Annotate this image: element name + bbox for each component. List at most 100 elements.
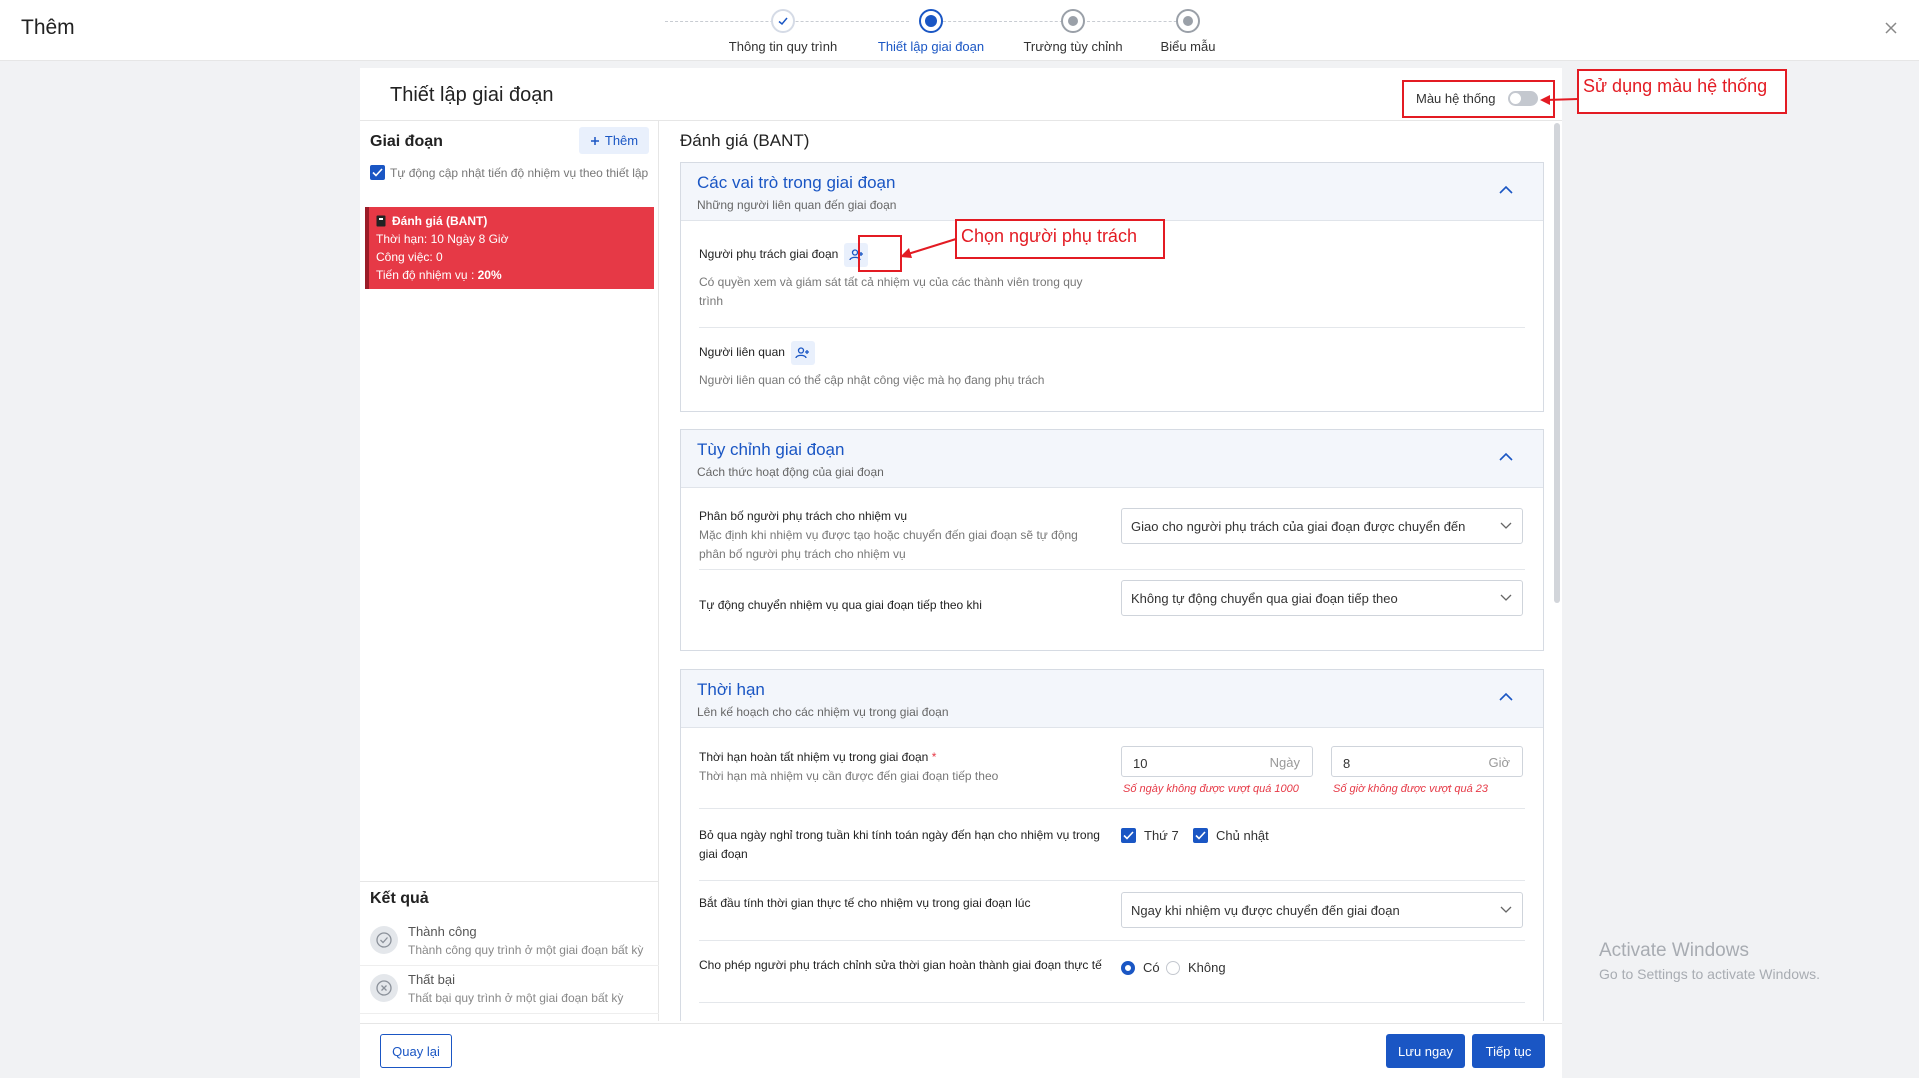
start-select[interactable]: Ngay khi nhiệm vụ được chuyển đến giai đ… — [1121, 892, 1523, 928]
annotation-arrow — [1540, 95, 1579, 105]
chevron-down-icon — [1500, 522, 1512, 529]
next-button[interactable]: Tiếp tục — [1472, 1034, 1545, 1068]
custom-title: Tùy chỉnh giai đoạn — [697, 440, 845, 459]
stage-sidebar: Giai đoạn Thêm Tự động cập nhật tiến độ … — [360, 121, 659, 1021]
no-label: Không — [1188, 960, 1226, 975]
start-value: Ngay khi nhiệm vụ được chuyển đến giai đ… — [1131, 903, 1400, 918]
plus-icon — [590, 136, 599, 145]
roles-card: Các vai trò trong giai đoạn Những người … — [680, 162, 1544, 412]
chevron-down-icon — [1500, 594, 1512, 601]
step-info[interactable]: Thông tin quy trình — [703, 9, 863, 54]
result-name: Thành công — [408, 924, 477, 939]
chevron-up-icon[interactable] — [1499, 692, 1513, 701]
divider — [699, 569, 1525, 570]
assign-desc: Mặc định khi nhiệm vụ được tạo hoặc chuy… — [699, 528, 1078, 561]
annotation-owner-highlight — [858, 235, 902, 272]
step-label: Thông tin quy trình — [728, 39, 838, 54]
back-button[interactable]: Quay lại — [380, 1034, 452, 1068]
panel-title: Thiết lập giai đoạn — [390, 84, 554, 106]
allow-yes-radio[interactable]: Có — [1121, 960, 1160, 975]
complete-label: Thời hạn hoàn tất nhiệm vụ trong giai đo… — [699, 750, 929, 764]
deadline-title: Thời hạn — [697, 680, 765, 699]
assign-select[interactable]: Giao cho người phụ trách của giai đoạn đ… — [1121, 508, 1523, 544]
deadline-card-header[interactable]: Thời hạn Lên kế hoạch cho các nhiệm vụ t… — [681, 670, 1543, 728]
result-name: Thất bại — [408, 972, 455, 987]
result-desc: Thất bại quy trình ở một giai đoạn bất k… — [408, 991, 624, 1005]
days-input[interactable]: 10 Ngày — [1121, 746, 1313, 777]
system-color-label: Màu hệ thống — [1416, 91, 1496, 106]
stage-progress: 20% — [477, 268, 502, 282]
step-pending-icon — [1176, 9, 1200, 33]
add-user-icon — [795, 347, 810, 359]
auto-update-label: Tự động cập nhật tiến độ nhiệm vụ theo t… — [390, 166, 649, 180]
saturday-checkbox[interactable]: Thứ 7 — [1121, 828, 1179, 843]
stage-duration: Thời hạn: 10 Ngày 8 Giờ — [376, 232, 509, 246]
roles-card-header[interactable]: Các vai trò trong giai đoạn Những người … — [681, 163, 1543, 221]
custom-card-header[interactable]: Tùy chỉnh giai đoạn Cách thức hoạt động … — [681, 430, 1543, 488]
check-circle-icon — [370, 926, 398, 954]
roles-subtitle: Những người liên quan đến giai đoạn — [697, 198, 897, 212]
result-desc: Thành công quy trình ở một giai đoạn bất… — [408, 943, 644, 957]
days-value: 10 — [1133, 756, 1148, 771]
panel-header: Thiết lập giai đoạn — [360, 68, 1562, 121]
checkbox-checked-icon — [1193, 828, 1208, 843]
scrollbar[interactable] — [1554, 123, 1560, 603]
divider — [699, 880, 1525, 881]
auto-update-checkbox[interactable]: Tự động cập nhật tiến độ nhiệm vụ theo t… — [370, 164, 650, 182]
checkbox-checked-icon — [1121, 828, 1136, 843]
hours-value: 8 — [1343, 756, 1351, 771]
dialog-header: Thêm Thông tin quy trình Thiết lập giai … — [0, 0, 1919, 61]
stage-name: Đánh giá (BANT) — [392, 214, 488, 228]
related-desc: Người liên quan có thể cập nhật công việ… — [699, 373, 1045, 387]
radio-selected-icon — [1121, 960, 1135, 975]
step-forms[interactable]: Biểu mẫu — [1108, 9, 1268, 54]
activation-watermark-title: Activate Windows — [1599, 940, 1749, 961]
divider — [699, 327, 1525, 328]
stage-tasks: Công việc: 0 — [376, 250, 443, 264]
related-label: Người liên quan — [699, 345, 785, 360]
divider — [699, 1002, 1525, 1003]
custom-subtitle: Cách thức hoạt động của giai đoạn — [697, 465, 884, 479]
custom-card: Tùy chỉnh giai đoạn Cách thức hoạt động … — [680, 429, 1544, 651]
annotation-arrow — [900, 238, 957, 258]
owner-label: Người phụ trách giai đoạn — [699, 247, 839, 262]
auto-move-select[interactable]: Không tự động chuyển qua giai đoạn tiếp … — [1121, 580, 1523, 616]
radio-unselected-icon — [1166, 960, 1180, 975]
result-failure[interactable]: Thất bại Thất bại quy trình ở một giai đ… — [360, 966, 659, 1014]
chevron-up-icon[interactable] — [1499, 452, 1513, 461]
x-circle-icon — [370, 974, 398, 1002]
annotation-choose-owner: Chọn người phụ trách — [955, 219, 1165, 259]
system-color-toggle[interactable] — [1508, 91, 1538, 106]
days-error: Số ngày không được vượt quá 1000 — [1123, 783, 1299, 795]
add-related-button[interactable] — [790, 341, 815, 365]
step-pending-icon — [1061, 9, 1085, 33]
chevron-down-icon — [1500, 906, 1512, 913]
result-success[interactable]: Thành công Thành công quy trình ở một gi… — [360, 918, 659, 966]
step-label: Biểu mẫu — [1160, 39, 1216, 54]
sunday-label: Chủ nhật — [1216, 828, 1269, 843]
assign-value: Giao cho người phụ trách của giai đoạn đ… — [1131, 519, 1466, 534]
selected-stage-name: Đánh giá (BANT) — [680, 131, 810, 150]
divider — [699, 940, 1525, 941]
step-stage-setup[interactable]: Thiết lập giai đoạn — [851, 9, 1011, 54]
skip-label: Bỏ qua ngày nghỉ trong tuần khi tính toá… — [699, 828, 1100, 861]
save-button[interactable]: Lưu ngay — [1386, 1034, 1465, 1068]
dialog-title: Thêm — [21, 16, 75, 39]
checkbox-checked-icon — [370, 165, 385, 180]
close-icon[interactable] — [1884, 21, 1898, 35]
hours-input[interactable]: 8 Giờ — [1331, 746, 1523, 777]
stage-progress-label: Tiến độ nhiệm vụ : — [376, 268, 475, 282]
days-unit: Ngày — [1269, 755, 1300, 770]
add-stage-label: Thêm — [604, 133, 639, 148]
divider — [699, 808, 1525, 809]
results-title: Kết quả — [370, 890, 429, 907]
stage-item[interactable]: Đánh giá (BANT) Thời hạn: 10 Ngày 8 Giờ … — [365, 207, 654, 289]
allow-label: Cho phép người phụ trách chỉnh sửa thời … — [699, 958, 1102, 972]
step-active-icon — [919, 9, 943, 33]
add-stage-button[interactable]: Thêm — [579, 127, 649, 154]
allow-no-radio[interactable]: Không — [1166, 960, 1226, 975]
check-icon — [771, 9, 795, 33]
sunday-checkbox[interactable]: Chủ nhật — [1193, 828, 1269, 843]
auto-move-value: Không tự động chuyển qua giai đoạn tiếp … — [1131, 591, 1398, 606]
chevron-up-icon[interactable] — [1499, 185, 1513, 194]
